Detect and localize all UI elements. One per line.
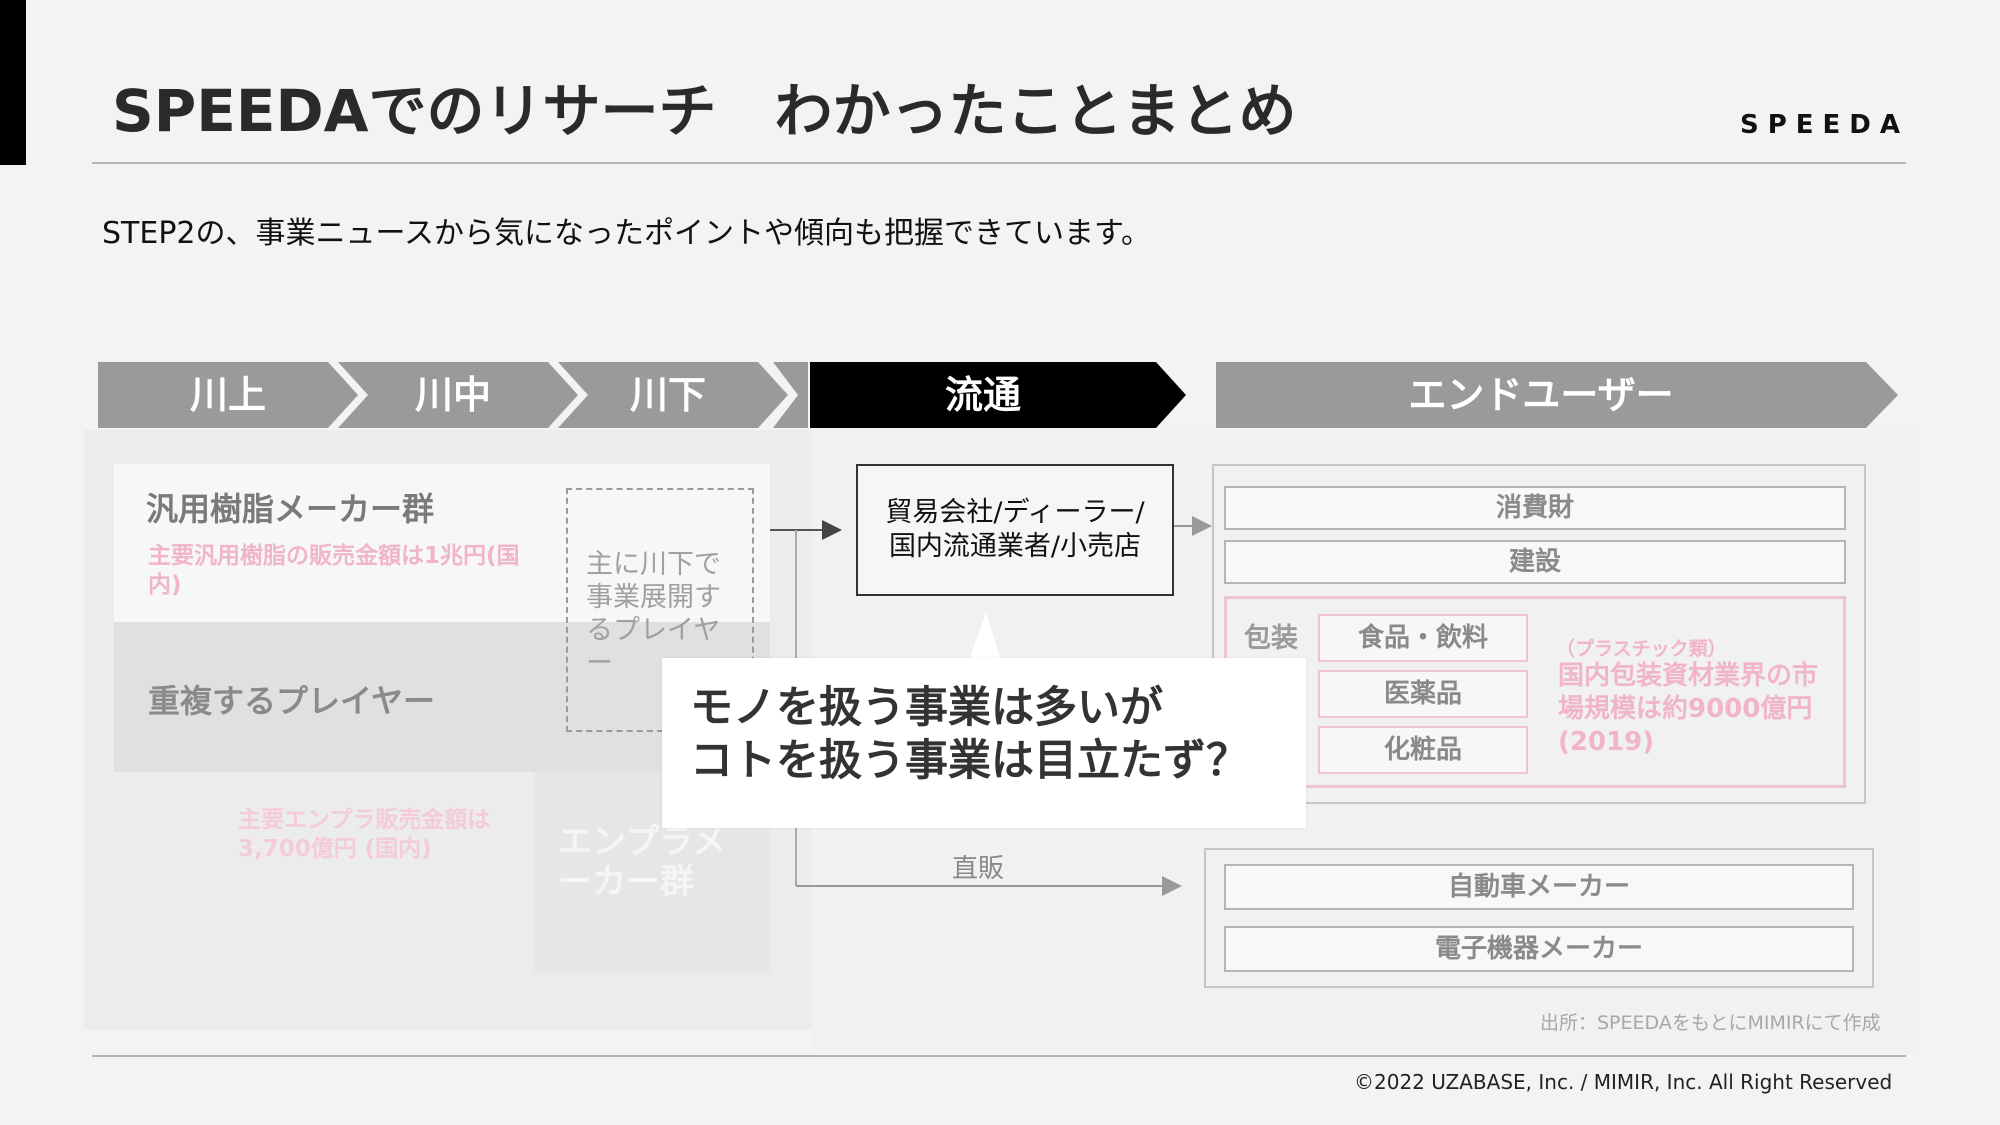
insight-line-2: コトを扱う事業は目立たず？ [690, 736, 1249, 786]
pack-item-pharma: 医薬品 [1318, 670, 1528, 718]
insight-line-1: モノを扱う事業は多いが [690, 683, 1163, 733]
bottom-divider [92, 1055, 1906, 1057]
insight-text: モノを扱う事業は多いが コトを扱う事業は目立たず？ [690, 682, 1290, 788]
construction-box: 建設 [1224, 540, 1846, 584]
distributor-box: 貿易会社/ディーラー/ 国内流通業者/小売店 [856, 464, 1174, 596]
distributor-line-1: 貿易会社/ディーラー/ [885, 497, 1145, 528]
source-note: 出所：SPEEDAをもとにMIMIRにて作成 [1540, 1012, 1881, 1034]
plastic-label: （プラスチック類） [1556, 638, 1727, 660]
pack-item-cosmetics: 化粧品 [1318, 726, 1528, 774]
electronics-maker-box: 電子機器メーカー [1224, 926, 1854, 972]
automaker-box: 自動車メーカー [1224, 864, 1854, 910]
distributor-line-2: 国内流通業者/小売店 [888, 531, 1142, 562]
callout-pointer [970, 612, 1000, 658]
direct-sales-label: 直販 [952, 854, 1005, 884]
copyright: ©2022 UZABASE, Inc. / MIMIR, Inc. All Ri… [1354, 1070, 1893, 1094]
packaging-label: 包装 [1244, 623, 1298, 654]
consumer-goods-box: 消費財 [1224, 486, 1846, 530]
packaging-market-note: 国内包装資材業界の市場規模は約9000億円(2019) [1558, 661, 1819, 757]
pack-item-food: 食品・飲料 [1318, 614, 1528, 662]
